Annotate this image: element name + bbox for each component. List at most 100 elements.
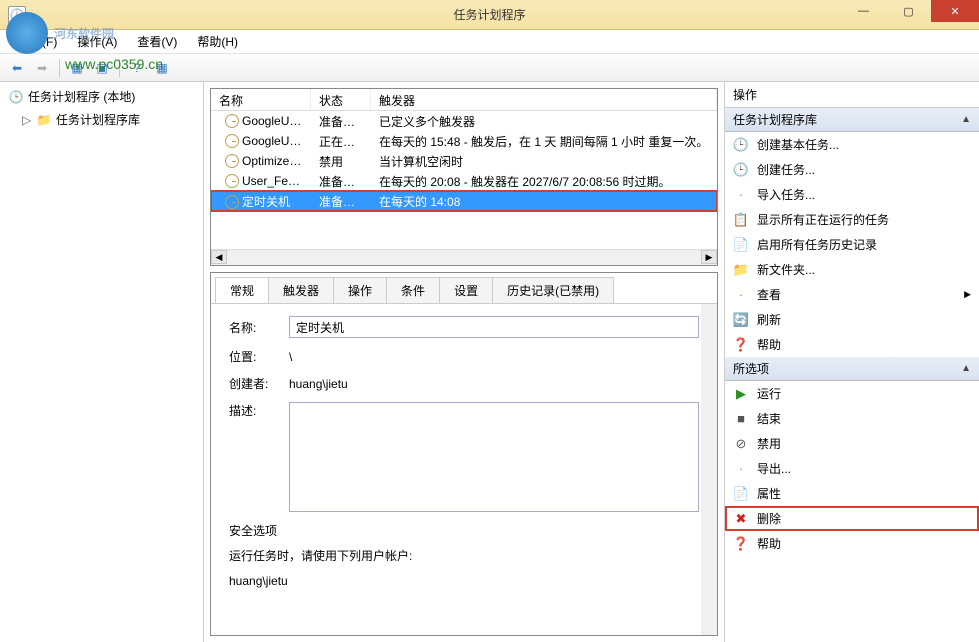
name-field[interactable]: [289, 316, 699, 338]
tab-conditions[interactable]: 条件: [386, 277, 440, 303]
task-status-cell: 准备就绪: [311, 193, 371, 210]
action-export[interactable]: ·导出...: [725, 456, 979, 481]
actions-panel: 操作 任务计划程序库 ▲ 🕒创建基本任务...🕒创建任务...·导入任务...📋…: [724, 82, 979, 642]
action-label: 删除: [757, 510, 781, 527]
tree-root[interactable]: 🕒 任务计划程序 (本地): [4, 86, 199, 107]
tab-history[interactable]: 历史记录(已禁用): [492, 277, 614, 303]
menu-action[interactable]: 操作(A): [67, 30, 127, 53]
menu-help[interactable]: 帮助(H): [187, 30, 248, 53]
import-icon: ·: [733, 187, 749, 203]
clock-icon: [225, 134, 239, 148]
tab-general[interactable]: 常规: [215, 277, 269, 303]
scroll-left-button[interactable]: ◀: [211, 250, 227, 264]
action-clock[interactable]: 🕒创建基本任务...: [725, 132, 979, 157]
description-label: 描述:: [229, 402, 289, 419]
action-label: 属性: [757, 485, 781, 502]
actions-header: 操作: [725, 82, 979, 108]
clock-icon: 🕒: [733, 162, 749, 178]
vertical-scrollbar[interactable]: [701, 304, 717, 635]
tool-btn-4[interactable]: ▦: [151, 57, 173, 79]
tab-settings[interactable]: 设置: [439, 277, 493, 303]
action-help[interactable]: ❓帮助: [725, 531, 979, 556]
tab-triggers[interactable]: 触发器: [268, 277, 334, 303]
task-row[interactable]: User_Feed_...准备就绪在每天的 20:08 - 触发器在 2027/…: [211, 171, 717, 191]
disable-icon: ⊘: [733, 436, 749, 452]
action-display[interactable]: 📋显示所有正在运行的任务: [725, 207, 979, 232]
task-row[interactable]: Optimize St...禁用当计算机空闲时: [211, 151, 717, 171]
toolbar: ⬅ ➡ ▦ ▣ ? ▦: [0, 54, 979, 82]
minimize-button[interactable]: —: [841, 0, 886, 22]
task-status-cell: 禁用: [311, 153, 371, 170]
creator-label: 创建者:: [229, 375, 289, 392]
task-row[interactable]: 定时关机准备就绪在每天的 14:08: [211, 191, 717, 211]
col-name-header[interactable]: 名称: [211, 89, 311, 110]
action-new-folder[interactable]: 📁新文件夹...: [725, 257, 979, 282]
task-trigger-cell: 在每天的 20:08 - 触发器在 2027/6/7 20:08:56 时过期。: [371, 173, 717, 190]
action-enable-history[interactable]: 📄启用所有任务历史记录: [725, 232, 979, 257]
action-delete[interactable]: ✖删除: [725, 506, 979, 531]
submenu-arrow-icon: ▶: [964, 289, 971, 300]
action-view[interactable]: · 查看 ▶: [725, 282, 979, 307]
action-label: 查看: [757, 286, 781, 303]
task-trigger-cell: 在每天的 15:48 - 触发后，在 1 天 期间每隔 1 小时 重复一次。: [371, 133, 717, 150]
security-label: 安全选项: [229, 522, 699, 539]
section-arrow-icon[interactable]: ▲: [961, 114, 971, 125]
clock-icon: [225, 195, 239, 209]
col-status-header[interactable]: 状态: [311, 89, 371, 110]
new-folder-icon: 📁: [733, 262, 749, 278]
creator-value: huang\jietu: [289, 377, 348, 391]
forward-button[interactable]: ➡: [31, 57, 53, 79]
action-label: 启用所有任务历史记录: [757, 236, 877, 253]
task-trigger-cell: 在每天的 14:08: [371, 193, 717, 210]
navigation-tree: 🕒 任务计划程序 (本地) ▷ 📁 任务计划程序库: [0, 82, 204, 642]
task-trigger-cell: 已定义多个触发器: [371, 113, 717, 130]
action-end[interactable]: ■ 结束: [725, 406, 979, 431]
run-icon: ▶: [733, 386, 749, 402]
description-field[interactable]: [289, 402, 699, 512]
expand-icon[interactable]: ▷: [22, 113, 32, 127]
horizontal-scrollbar[interactable]: ◀ ▶: [211, 249, 717, 265]
task-status-cell: 准备就绪: [311, 113, 371, 130]
task-trigger-cell: 当计算机空闲时: [371, 153, 717, 170]
maximize-button[interactable]: ▢: [886, 0, 931, 22]
action-disable[interactable]: ⊘ 禁用: [725, 431, 979, 456]
clock-icon: [225, 174, 239, 188]
task-row[interactable]: GoogleUp...准备就绪已定义多个触发器: [211, 111, 717, 131]
menu-file[interactable]: 文件(F): [8, 30, 67, 53]
action-properties[interactable]: 📄 属性: [725, 481, 979, 506]
location-value: \: [289, 350, 292, 364]
action-label: 禁用: [757, 435, 781, 452]
action-help[interactable]: ❓帮助: [725, 332, 979, 357]
tab-actions[interactable]: 操作: [333, 277, 387, 303]
tool-btn-1[interactable]: ▦: [66, 57, 88, 79]
location-label: 位置:: [229, 348, 289, 365]
tree-library[interactable]: ▷ 📁 任务计划程序库: [18, 109, 199, 130]
end-icon: ■: [733, 411, 749, 427]
view-icon: ·: [733, 287, 749, 303]
action-run[interactable]: ▶运行: [725, 381, 979, 406]
back-button[interactable]: ⬅: [6, 57, 28, 79]
display-icon: 📋: [733, 212, 749, 228]
action-clock[interactable]: 🕒 创建任务...: [725, 157, 979, 182]
task-row[interactable]: GoogleUp...正在运行在每天的 15:48 - 触发后，在 1 天 期间…: [211, 131, 717, 151]
action-label: 结束: [757, 410, 781, 427]
tree-root-label: 任务计划程序 (本地): [28, 88, 135, 105]
col-trigger-header[interactable]: 触发器: [371, 89, 717, 110]
properties-icon: 📄: [733, 486, 749, 502]
menu-view[interactable]: 查看(V): [127, 30, 187, 53]
action-import[interactable]: ·导入任务...: [725, 182, 979, 207]
clock-icon: [225, 154, 239, 168]
action-refresh[interactable]: 🔄刷新: [725, 307, 979, 332]
tool-btn-2[interactable]: ▣: [91, 57, 113, 79]
scroll-right-button[interactable]: ▶: [701, 250, 717, 264]
close-button[interactable]: ✕: [931, 0, 979, 22]
action-label: 创建任务...: [757, 161, 815, 178]
action-label: 创建基本任务...: [757, 136, 839, 153]
action-label: 导出...: [757, 460, 791, 477]
help-button[interactable]: ?: [126, 57, 148, 79]
actions-section-selected: 所选项 ▲: [725, 357, 979, 381]
titlebar: 🕒 任务计划程序 — ▢ ✕: [0, 0, 979, 30]
task-list: 名称 状态 触发器 GoogleUp...准备就绪已定义多个触发器GoogleU…: [210, 88, 718, 266]
section-arrow-icon[interactable]: ▲: [961, 363, 971, 374]
task-status-cell: 正在运行: [311, 133, 371, 150]
